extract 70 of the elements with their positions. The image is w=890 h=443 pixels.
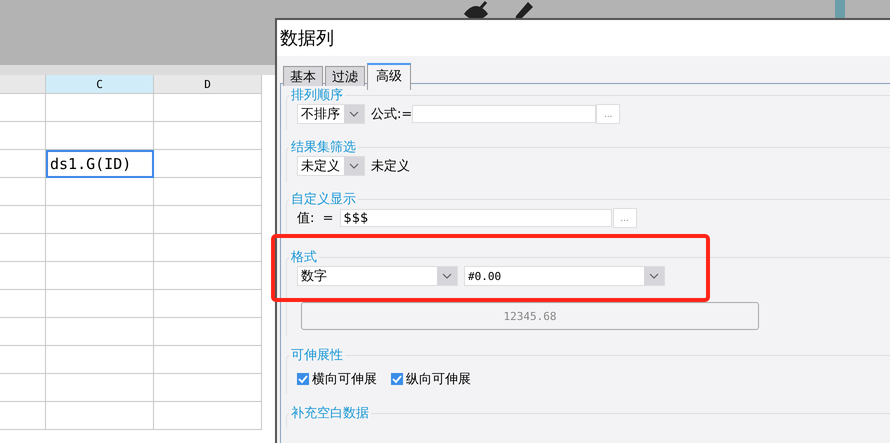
table-cell[interactable] (154, 262, 262, 290)
table-cell[interactable] (0, 346, 46, 374)
table-cell[interactable] (0, 374, 46, 402)
table-cell[interactable] (46, 402, 154, 430)
expand-checkbox[interactable]: 纵向可伸展 (391, 370, 471, 388)
table-cell[interactable] (154, 122, 262, 150)
table-cell[interactable] (46, 94, 154, 122)
scrollbar-thumb[interactable] (835, 0, 845, 18)
table-cell[interactable] (46, 290, 154, 318)
tab[interactable]: 基本 (283, 66, 323, 86)
table-cell[interactable] (0, 318, 46, 346)
table-cell[interactable] (46, 206, 154, 234)
table-cell[interactable] (46, 234, 154, 262)
chevron-down-icon (349, 111, 359, 117)
table-cell[interactable] (154, 234, 262, 262)
filter-value: 未定义 (371, 158, 410, 175)
formula-field[interactable] (412, 105, 596, 123)
table-cell[interactable] (154, 402, 262, 430)
table-cell[interactable] (0, 234, 46, 262)
section-title: 补充空白数据 (290, 405, 370, 422)
active-cell[interactable]: ds1.G(ID) (46, 150, 154, 178)
chevron-down-icon (649, 273, 659, 279)
table-cell[interactable] (0, 290, 46, 318)
column-header[interactable] (0, 75, 46, 94)
section-title: 结果集筛选 (290, 139, 357, 156)
column-header[interactable]: D (154, 75, 262, 94)
section-title: 排列顺序 (290, 87, 344, 104)
display-field[interactable]: $$$ (340, 209, 612, 227)
table-cell[interactable] (0, 178, 46, 206)
table-cell[interactable] (46, 262, 154, 290)
table-cell[interactable] (0, 402, 46, 430)
value-label: 值: = (297, 210, 334, 227)
table-cell[interactable] (154, 94, 262, 122)
tab[interactable]: 高级 (367, 63, 411, 90)
table-cell[interactable] (0, 122, 46, 150)
table-cell[interactable] (154, 346, 262, 374)
browse-button[interactable]: ... (596, 104, 620, 124)
table-cell[interactable] (154, 374, 262, 402)
table-cell[interactable] (0, 206, 46, 234)
table-cell[interactable] (154, 318, 262, 346)
example-preview: 12345.68 (301, 302, 759, 330)
section-title: 格式 (290, 249, 318, 266)
table-cell[interactable] (46, 122, 154, 150)
table-cell[interactable] (0, 150, 46, 178)
format-type-dropdown[interactable]: 数字 (297, 266, 458, 286)
browse-button[interactable]: ... (612, 208, 637, 228)
section-title: 可伸展性 (290, 347, 344, 364)
table-cell[interactable] (154, 150, 262, 178)
section-title: 自定义显示 (290, 191, 357, 208)
checkmark-icon (392, 374, 402, 384)
table-cell[interactable] (0, 262, 46, 290)
format-pattern-dropdown[interactable]: #0.00 (464, 266, 665, 286)
chevron-down-icon (349, 163, 359, 169)
tab[interactable]: 过滤 (325, 66, 365, 86)
chevron-down-icon (442, 273, 452, 279)
table-cell[interactable] (46, 178, 154, 206)
table-cell[interactable] (154, 206, 262, 234)
column-header[interactable]: C (46, 75, 154, 94)
table-cell[interactable] (46, 318, 154, 346)
expand-checkbox[interactable]: 横向可伸展 (297, 370, 377, 388)
checkmark-icon (298, 374, 308, 384)
table-cell[interactable] (46, 346, 154, 374)
sort-dropdown[interactable]: 不排序 (297, 104, 365, 124)
table-cell[interactable] (154, 290, 262, 318)
dialog-title: 数据列 (277, 20, 890, 56)
filter-dropdown[interactable]: 未定义 (297, 156, 365, 176)
table-cell[interactable] (0, 94, 46, 122)
table-cell[interactable] (46, 374, 154, 402)
formula-label: 公式:= (371, 106, 412, 123)
table-cell[interactable] (154, 178, 262, 206)
